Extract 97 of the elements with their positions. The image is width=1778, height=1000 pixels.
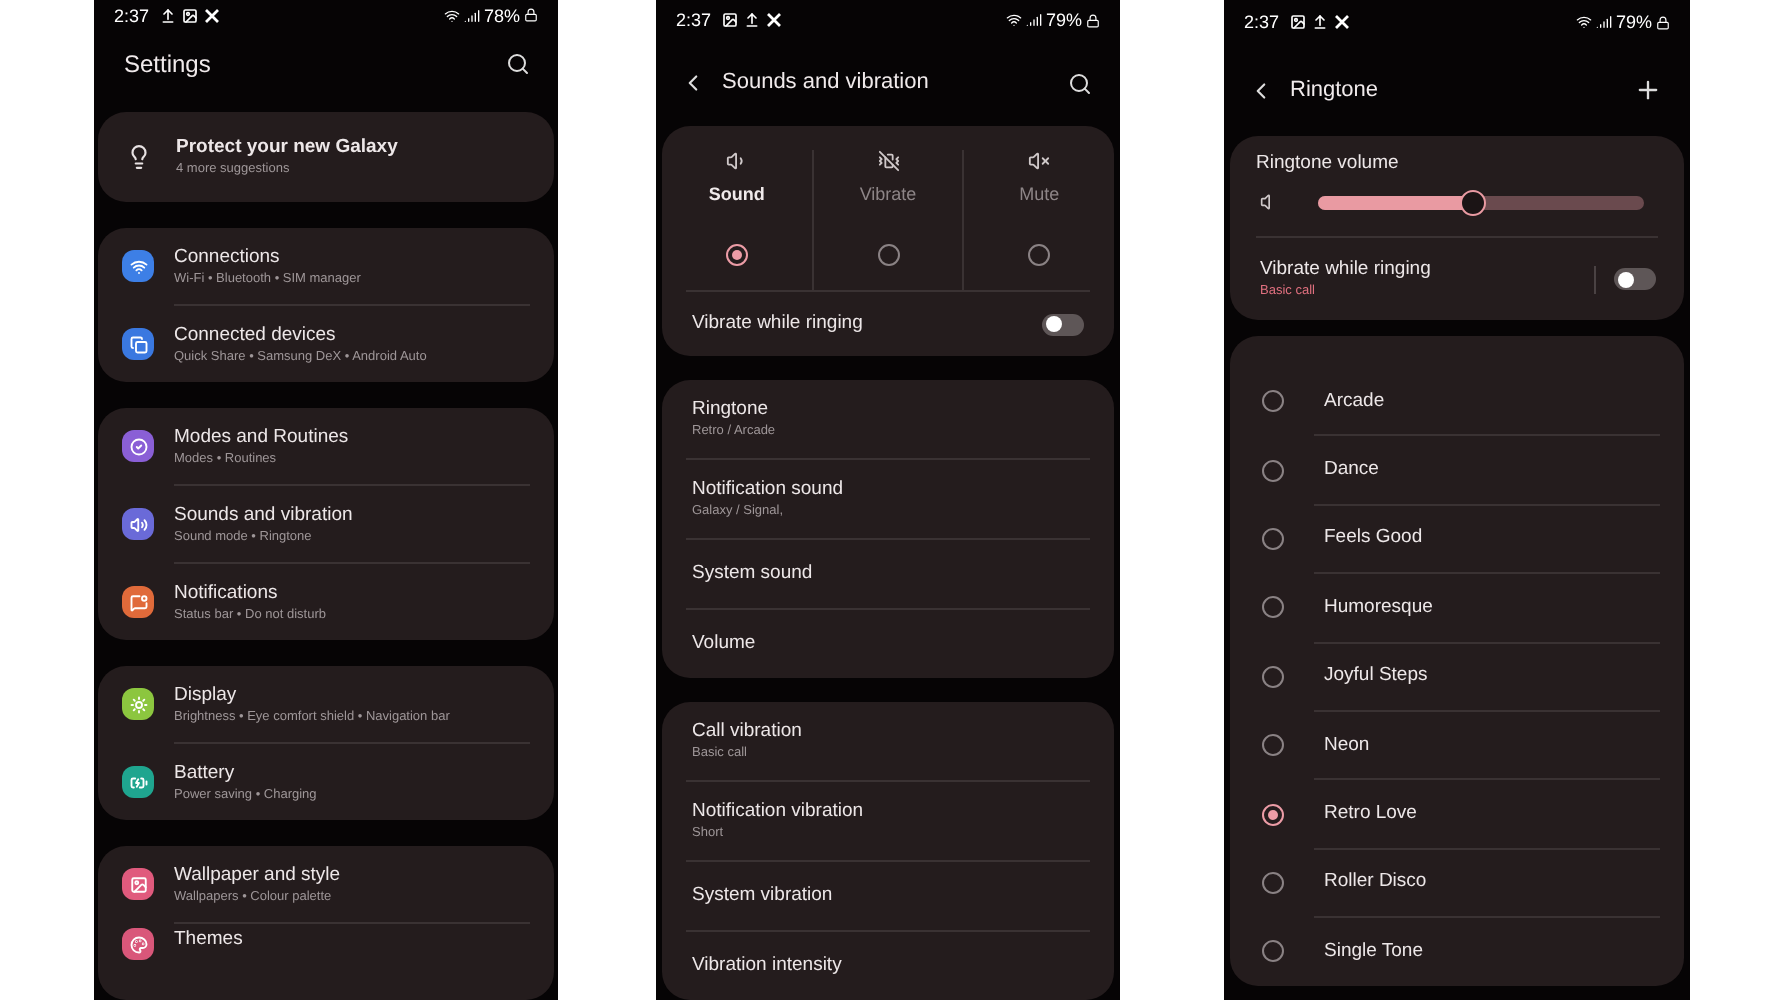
ringtone-option[interactable]: Humoresque — [1230, 574, 1684, 642]
ringtone-option[interactable]: Joyful Steps — [1230, 643, 1684, 710]
item-title: Connections — [174, 245, 282, 269]
battery-percent: 78% — [483, 5, 520, 26]
x-logo-icon — [765, 12, 782, 29]
wifi-icon — [443, 7, 460, 24]
item-title: Notification sound — [692, 478, 846, 502]
radio-button[interactable] — [877, 244, 899, 266]
battery-percent: 79% — [1045, 10, 1082, 31]
ringtone-name: Humoresque — [1324, 595, 1433, 620]
item-title: Ringtone — [692, 398, 771, 422]
ringtone-option[interactable]: Retro Love — [1230, 780, 1684, 848]
item-title: Display — [174, 683, 239, 707]
wifi-icon — [1575, 14, 1592, 30]
screen-title: Sounds and vibration — [722, 68, 931, 99]
radio-button[interactable] — [1262, 390, 1284, 413]
status-time: 2:37 — [676, 10, 712, 31]
ringtone-option[interactable]: Roller Disco — [1230, 849, 1684, 917]
settings-item[interactable]: Themes — [98, 924, 554, 1000]
mode-label: Sound — [708, 182, 765, 208]
image-icon — [1289, 14, 1306, 30]
battery-percent: 79% — [1615, 12, 1652, 32]
item-title: System vibration — [692, 884, 835, 908]
ringtone-name: Neon — [1324, 733, 1370, 758]
settings-item[interactable]: System vibration — [662, 862, 1114, 930]
setting-label: Vibrate while ringing — [1260, 258, 1431, 282]
radio-button[interactable] — [1262, 734, 1284, 757]
lightbulb-icon — [126, 144, 152, 170]
search-icon[interactable] — [1068, 71, 1092, 96]
item-title: Volume — [692, 632, 758, 656]
ringtone-option[interactable]: Arcade — [1230, 368, 1684, 435]
item-title: Notification vibration — [692, 800, 866, 824]
ringtone-name: Single Tone — [1324, 939, 1423, 964]
ringtone-name: Feels Good — [1324, 526, 1423, 551]
status-time: 2:37 — [1244, 12, 1280, 32]
item-title: Connected devices — [174, 323, 338, 347]
item-title: System sound — [692, 562, 815, 586]
ringtone-option[interactable]: Dance — [1230, 436, 1684, 504]
item-title: Call vibration — [692, 720, 804, 744]
toggle-switch[interactable] — [1042, 313, 1084, 335]
slider-thumb[interactable] — [1459, 189, 1486, 215]
ringtone-name: Retro Love — [1324, 802, 1417, 827]
item-title: Modes and Routines — [174, 425, 349, 449]
radio-button[interactable] — [1262, 459, 1284, 482]
radio-button[interactable] — [725, 244, 748, 266]
item-title: Wallpaper and style — [174, 863, 341, 887]
setting-label: Vibrate while ringing — [692, 312, 863, 336]
signal-icon — [463, 7, 480, 24]
ringtone-name: Roller Disco — [1324, 870, 1427, 895]
ringtone-name: Arcade — [1324, 389, 1385, 414]
settings-item[interactable]: Volume — [662, 610, 1114, 678]
settings-item[interactable]: Vibration intensity — [662, 932, 1114, 1000]
radio-button[interactable] — [1262, 527, 1284, 550]
ringtone-name: Joyful Steps — [1324, 664, 1428, 689]
ringtone-option[interactable]: Single Tone — [1230, 918, 1684, 986]
radio-button[interactable] — [1262, 596, 1284, 619]
item-title: Battery — [174, 761, 237, 785]
upload-icon — [743, 12, 760, 29]
x-logo-icon — [1333, 14, 1350, 30]
upload-icon — [159, 7, 176, 24]
mode-label: Vibrate — [859, 182, 917, 208]
radio-button[interactable] — [1262, 940, 1284, 963]
signal-icon — [1595, 14, 1612, 30]
image-icon — [721, 12, 738, 29]
volume-label: Ringtone volume — [1256, 152, 1401, 176]
radio-button[interactable] — [1028, 244, 1051, 266]
add-icon[interactable] — [1634, 76, 1662, 104]
x-logo-icon — [203, 7, 220, 24]
upload-icon — [1311, 14, 1328, 30]
search-icon[interactable] — [506, 52, 530, 77]
battery-lock-icon — [1086, 13, 1100, 28]
sound-mode-option[interactable]: Sound — [662, 150, 812, 230]
sound-mode-option[interactable]: Vibrate — [813, 150, 963, 230]
screen-title: Ringtone — [1290, 75, 1381, 106]
sound-mode-option[interactable]: Mute — [964, 150, 1115, 230]
settings-item[interactable]: System sound — [662, 540, 1114, 608]
status-time: 2:37 — [114, 5, 150, 26]
screen-title: Settings — [124, 48, 211, 83]
item-title: Notifications — [174, 581, 280, 605]
radio-button[interactable] — [1262, 665, 1284, 688]
radio-button[interactable] — [1262, 871, 1284, 894]
battery-lock-icon — [1656, 15, 1670, 29]
battery-lock-icon — [524, 8, 538, 23]
mode-label: Mute — [1019, 182, 1060, 208]
ringtone-option[interactable]: Neon — [1230, 711, 1684, 779]
toggle-switch[interactable] — [1614, 268, 1656, 290]
ringtone-name: Dance — [1324, 458, 1379, 483]
image-icon — [181, 7, 198, 24]
radio-button[interactable] — [1262, 803, 1284, 826]
item-title: Vibration intensity — [692, 954, 844, 978]
ringtone-option[interactable]: Feels Good — [1230, 505, 1684, 573]
wifi-icon — [1005, 12, 1022, 29]
suggestion-title: Protect your new Galaxy — [176, 136, 398, 160]
item-title: Themes — [174, 928, 243, 952]
volume-slider-track[interactable] — [1318, 195, 1644, 209]
item-title: Sounds and vibration — [174, 503, 353, 527]
signal-icon — [1025, 12, 1042, 29]
